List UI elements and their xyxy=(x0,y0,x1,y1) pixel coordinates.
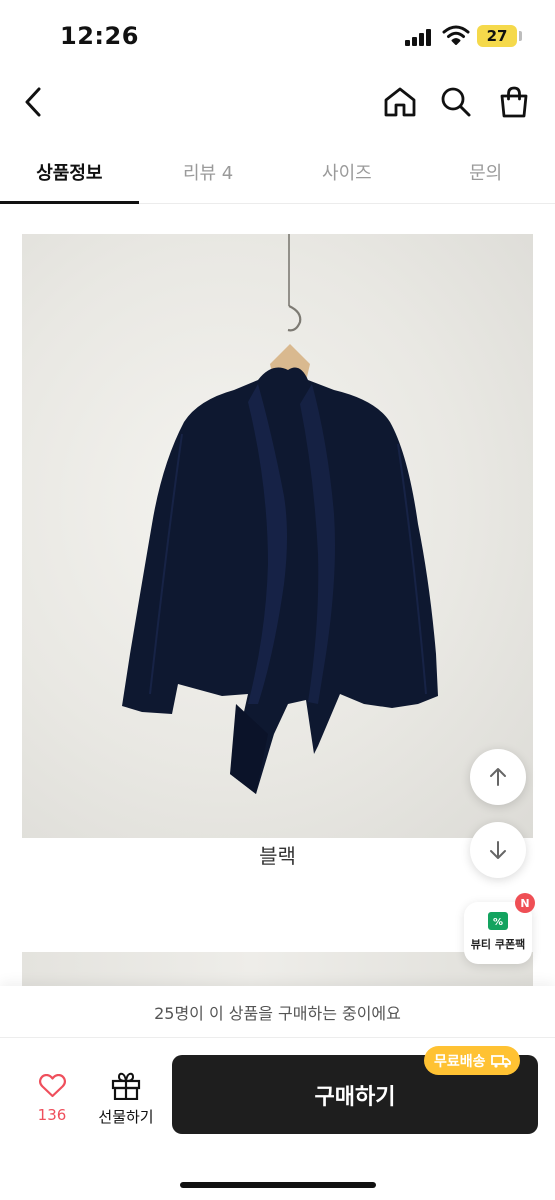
back-button[interactable] xyxy=(14,82,54,122)
battery-indicator: 27 xyxy=(477,25,517,47)
like-count: 136 xyxy=(37,1106,67,1124)
gift-button[interactable]: 선물하기 xyxy=(90,1070,162,1130)
tab-size[interactable]: 사이즈 xyxy=(278,140,417,203)
tab-inquiry[interactable]: 문의 xyxy=(416,140,555,203)
heart-icon xyxy=(39,1074,66,1098)
truck-icon xyxy=(490,1054,511,1068)
arrow-up-icon xyxy=(490,768,506,786)
status-bar: 12:26 27 xyxy=(0,0,555,72)
gift-label: 선물하기 xyxy=(98,1108,154,1126)
status-time: 12:26 xyxy=(60,22,139,50)
wifi-icon xyxy=(442,25,470,45)
cellular-signal-icon xyxy=(405,28,435,46)
home-icon xyxy=(384,87,416,117)
free-shipping-label: 무료배송 xyxy=(434,1053,486,1070)
home-button[interactable] xyxy=(380,82,420,122)
cart-button[interactable] xyxy=(494,82,534,122)
home-indicator xyxy=(180,1182,376,1188)
new-badge: N xyxy=(515,893,535,913)
battery-level: 27 xyxy=(486,27,508,45)
tab-product-info[interactable]: 상품정보 xyxy=(0,140,139,204)
search-button[interactable] xyxy=(436,82,476,122)
search-icon xyxy=(441,87,471,117)
svg-text:%: % xyxy=(493,917,503,928)
like-button[interactable]: 136 xyxy=(22,1070,82,1130)
free-shipping-badge: 무료배송 xyxy=(424,1046,520,1075)
arrow-down-icon xyxy=(490,841,506,859)
chevron-left-icon xyxy=(25,87,41,117)
scroll-up-button[interactable] xyxy=(470,749,526,805)
shopping-bag-icon xyxy=(500,86,528,118)
coupon-pack-label: 뷰티 쿠폰팩 xyxy=(470,938,526,951)
product-tabs: 상품정보 리뷰 4 사이즈 문의 xyxy=(0,140,555,204)
bottom-purchase-bar: 25명이 이 상품을 구매하는 중이에요 136 선물하기 구매하기 무료배송 xyxy=(0,986,555,1200)
buyers-notice: 25명이 이 상품을 구매하는 중이에요 xyxy=(0,986,555,1038)
cardigan-photo xyxy=(122,234,438,794)
app-header xyxy=(0,72,555,132)
gift-icon xyxy=(111,1072,141,1100)
tab-reviews[interactable]: 리뷰 4 xyxy=(139,140,278,203)
coupon-icon: % xyxy=(488,912,508,930)
battery-tip xyxy=(519,31,522,41)
scroll-down-button[interactable] xyxy=(470,822,526,878)
product-image xyxy=(22,234,533,838)
